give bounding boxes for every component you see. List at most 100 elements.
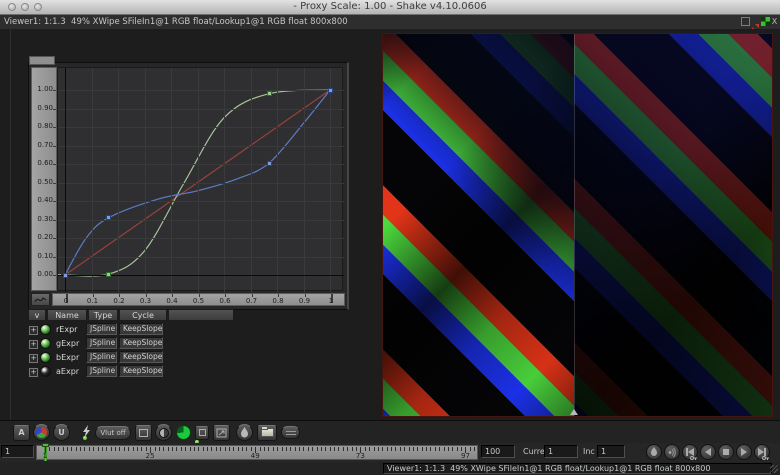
- x-tick-label: 0.7: [246, 297, 257, 305]
- ruler-tick: [448, 447, 449, 451]
- ruler-tick: [207, 447, 208, 451]
- ruler-tick: [334, 447, 335, 451]
- y-axis-line: [65, 68, 66, 292]
- x-tick-label: 0.5: [193, 297, 204, 305]
- viewer-tab[interactable]: Viewer1: 1:1.3 49% XWipe SFileIn1@1 RGB …: [4, 17, 348, 27]
- ruler-tick: [374, 447, 375, 451]
- roi-button[interactable]: [195, 426, 209, 440]
- fit-curves-button[interactable]: [31, 293, 50, 306]
- ruler-tick: [347, 447, 348, 451]
- grid-line-vertical: [251, 68, 252, 292]
- wipe-split-line[interactable]: [574, 34, 575, 416]
- channel-visibility-button[interactable]: [40, 338, 51, 349]
- viewer-compare-icon[interactable]: [751, 17, 760, 26]
- y-tick-mark: [53, 109, 56, 110]
- gExpr-knot[interactable]: [106, 272, 111, 277]
- roi-button-face: [195, 426, 209, 440]
- viewer-close-icon[interactable]: X: [770, 17, 779, 26]
- ruler-tick: [260, 447, 261, 451]
- stop-button[interactable]: [718, 444, 734, 460]
- compare-mode-button[interactable]: [155, 424, 172, 441]
- ruler-tick: [176, 447, 177, 451]
- table-header-cycle[interactable]: Cycle: [119, 309, 167, 321]
- viewer-channel-checker-icon[interactable]: [761, 17, 770, 26]
- bExpr-knot[interactable]: [267, 161, 272, 166]
- type-button[interactable]: JSpline: [86, 365, 117, 377]
- alpha-view-button[interactable]: A: [13, 425, 30, 441]
- wipe-handle[interactable]: [570, 409, 578, 415]
- channel-visibility-button[interactable]: [40, 324, 51, 335]
- ruler-tick: [133, 447, 134, 451]
- table-header-filler: [168, 309, 234, 321]
- vlut-off-button[interactable]: Vlut off: [95, 426, 131, 440]
- type-button[interactable]: JSpline: [86, 351, 117, 363]
- cycle-button[interactable]: KeepSlope: [119, 323, 163, 335]
- lookup-curves-svg[interactable]: [58, 68, 344, 292]
- channel-visibility-button[interactable]: [40, 352, 51, 363]
- curve-name: aExpr: [56, 367, 79, 376]
- channel-visibility-button[interactable]: [40, 366, 51, 377]
- resize-grip[interactable]: [770, 465, 778, 473]
- x-tick-label: 0.9: [299, 297, 310, 305]
- timeline-ruler[interactable]: 125497397: [36, 445, 478, 460]
- x-tick-label: 0.1: [87, 297, 98, 305]
- x-tick-label: 0.6: [219, 297, 230, 305]
- expand-button[interactable]: +: [29, 354, 38, 363]
- jump-to-end-button[interactable]: [754, 444, 770, 460]
- type-button[interactable]: JSpline: [86, 337, 117, 349]
- ruler-tick: [106, 447, 107, 451]
- zoom-fit-button[interactable]: [213, 425, 230, 441]
- table-row: +gExprJSplineKeepSlope: [28, 337, 234, 350]
- ruler-tick: [400, 447, 401, 451]
- update-mode-button[interactable]: U: [53, 424, 70, 441]
- sound-button[interactable]: [664, 444, 680, 460]
- flipbook-render-button[interactable]: [646, 444, 662, 460]
- table-header-v[interactable]: v: [28, 309, 46, 321]
- flame-icon: [240, 427, 249, 438]
- bExpr-knot[interactable]: [328, 88, 333, 93]
- image-viewer[interactable]: [382, 33, 773, 417]
- ruler-tick: [387, 447, 388, 451]
- type-button[interactable]: JSpline: [86, 323, 117, 335]
- x-axis-strip[interactable]: 00.10.20.30.40.50.60.70.80.91: [52, 293, 345, 306]
- curve-editor-corner-tab[interactable]: [29, 56, 55, 65]
- expand-button[interactable]: +: [29, 340, 38, 349]
- curve-plot[interactable]: [57, 67, 343, 291]
- table-header-name[interactable]: Name: [47, 309, 87, 321]
- ruler-tick: [220, 447, 221, 451]
- vlut-toggle-button[interactable]: [82, 423, 91, 442]
- viewer-detach-icon[interactable]: [741, 17, 750, 26]
- end-frame-field[interactable]: 100: [481, 445, 515, 458]
- current-frame-field[interactable]: 1: [544, 445, 578, 458]
- key-icon: [690, 455, 698, 461]
- file-browser-button[interactable]: [257, 425, 277, 441]
- params-button[interactable]: [281, 426, 300, 439]
- bExpr-knot[interactable]: [63, 273, 68, 278]
- timecode-button[interactable]: [176, 425, 191, 440]
- inc-field[interactable]: 1: [597, 445, 625, 458]
- expand-button[interactable]: +: [29, 368, 38, 377]
- cycle-button[interactable]: KeepSlope: [119, 337, 163, 349]
- expand-button[interactable]: +: [29, 326, 38, 335]
- viewer-main-area: 1.000.900.800.700.600.500.400.300.200.10…: [0, 29, 780, 420]
- table-header-type[interactable]: Type: [88, 309, 118, 321]
- frame-field[interactable]: 1: [1, 445, 34, 458]
- cycle-button[interactable]: KeepSlope: [119, 351, 163, 363]
- y-axis-strip[interactable]: 1.000.900.800.700.600.500.400.300.200.10…: [31, 67, 57, 291]
- play-reverse-icon: [705, 448, 711, 456]
- bExpr-knot[interactable]: [106, 215, 111, 220]
- table-row: + aExpr JSplineKeepSlope: [28, 365, 234, 378]
- crop-button[interactable]: [135, 425, 152, 441]
- ruler-tick: [124, 447, 125, 451]
- ruler-tick: [430, 447, 431, 451]
- stop-icon: [723, 449, 729, 455]
- play-reverse-button[interactable]: [700, 444, 716, 460]
- grid-line-horizontal: [58, 146, 344, 147]
- cycle-button[interactable]: KeepSlope: [119, 365, 163, 377]
- play-forward-button[interactable]: [736, 444, 752, 460]
- gExpr-knot[interactable]: [267, 91, 272, 96]
- render-flipbook-button[interactable]: [236, 424, 253, 441]
- color-wheel-button[interactable]: [33, 424, 50, 441]
- jump-to-start-button[interactable]: [682, 444, 698, 460]
- ruler-tick: [474, 447, 475, 451]
